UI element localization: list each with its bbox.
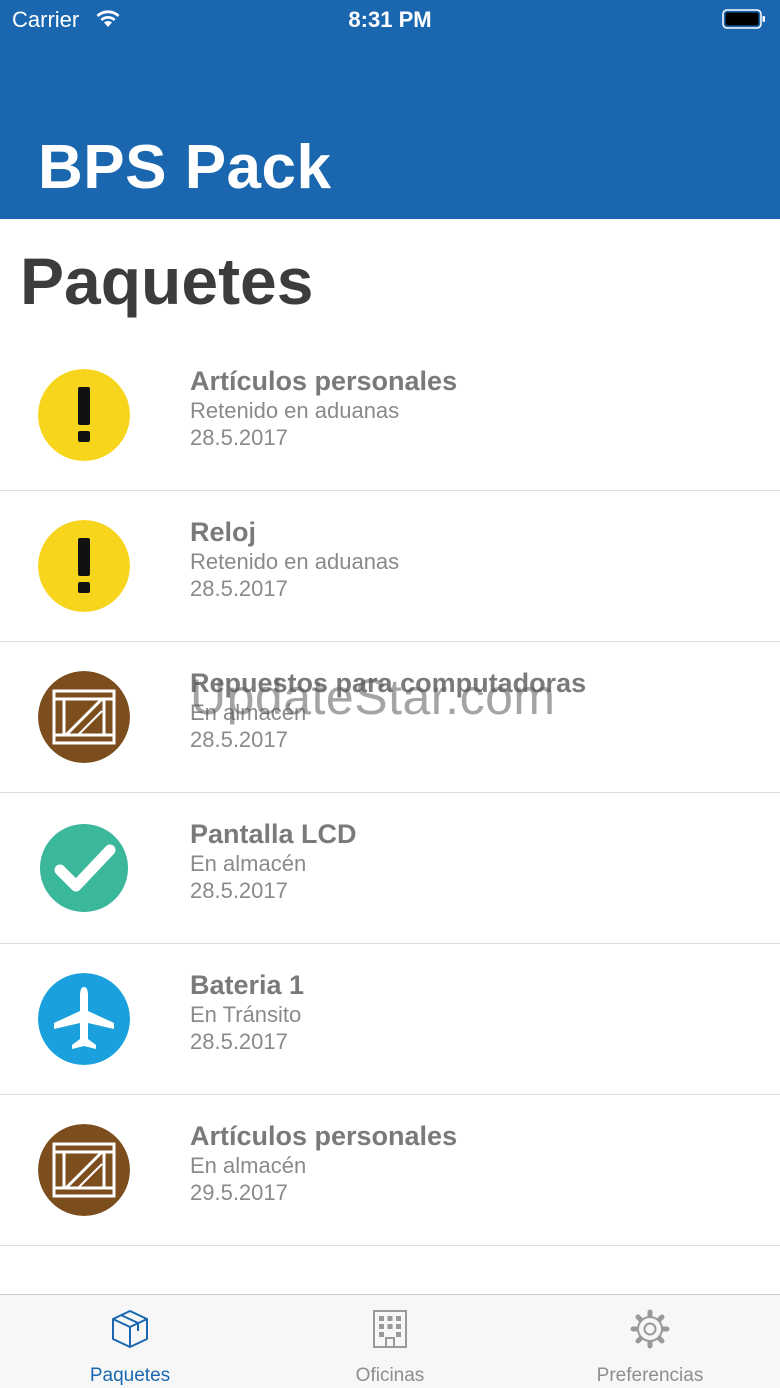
- item-status: Retenido en aduanas: [190, 398, 400, 423]
- list-item[interactable]: Pantalla LCD En almacén 28.5.2017: [0, 793, 780, 944]
- status-bar: Carrier 8:31 PM: [0, 0, 780, 40]
- tab-preferencias[interactable]: Preferencias: [520, 1295, 780, 1388]
- building-icon: [370, 1309, 410, 1349]
- item-title: Artículos personales: [190, 366, 458, 396]
- list-item[interactable]: Artículos personales Retenido en aduanas…: [0, 340, 780, 491]
- package-icon: [110, 1309, 150, 1349]
- clock: 8:31 PM: [348, 7, 432, 32]
- item-title: Artículos personales: [190, 1121, 458, 1151]
- list-item[interactable]: Bateria 1 En Tránsito 28.5.2017: [0, 944, 780, 1095]
- tab-oficinas[interactable]: Oficinas: [260, 1295, 520, 1388]
- gear-icon: [630, 1309, 670, 1349]
- tab-label: Paquetes: [89, 1365, 171, 1386]
- tab-bar: Paquetes Oficinas Preferencias: [0, 1294, 780, 1388]
- app-header: Carrier 8:31 PM BPS Pack: [0, 0, 780, 219]
- item-title: Pantalla LCD: [190, 819, 357, 849]
- tab-label: Oficinas: [355, 1365, 425, 1386]
- tab-paquetes[interactable]: Paquetes: [0, 1295, 260, 1388]
- list-item[interactable]: Reloj Retenido en aduanas 28.5.2017: [0, 491, 780, 642]
- item-date: 29.5.2017: [190, 1180, 288, 1205]
- list-item[interactable]: Artículos personales En almacén 29.5.201…: [0, 1095, 780, 1246]
- item-status: En Tránsito: [190, 1002, 302, 1027]
- app-title: BPS Pack: [38, 133, 332, 202]
- item-status: En almacén: [190, 851, 307, 876]
- item-date: 28.5.2017: [190, 727, 288, 752]
- item-title: Bateria 1: [190, 970, 305, 1000]
- warning-icon: [38, 369, 130, 461]
- crate-icon: [38, 1124, 130, 1216]
- item-status: En almacén: [190, 1153, 307, 1178]
- warning-icon: [38, 520, 130, 612]
- item-date: 28.5.2017: [190, 1029, 288, 1054]
- item-date: 28.5.2017: [190, 425, 288, 450]
- item-date: 28.5.2017: [190, 576, 288, 601]
- tab-label: Preferencias: [596, 1365, 704, 1386]
- airplane-icon: [38, 973, 130, 1065]
- item-status: Retenido en aduanas: [190, 549, 400, 574]
- item-title: Reloj: [190, 517, 257, 547]
- page-title: Paquetes: [20, 244, 314, 318]
- crate-icon: [38, 671, 130, 763]
- battery-icon: [722, 9, 766, 29]
- package-list: Artículos personales Retenido en aduanas…: [0, 340, 780, 1246]
- watermark: UpdateStar.com: [190, 669, 556, 725]
- checkmark-icon: [38, 822, 130, 914]
- item-date: 28.5.2017: [190, 878, 288, 903]
